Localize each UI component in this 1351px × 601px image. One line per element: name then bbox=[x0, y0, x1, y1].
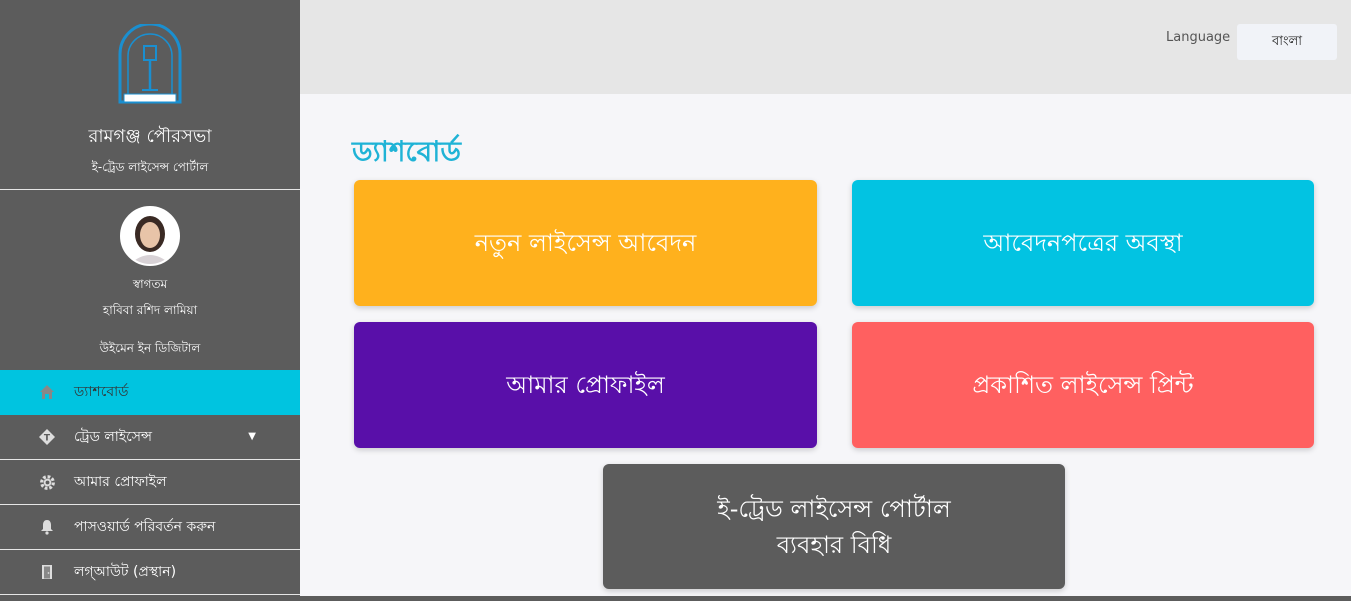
sidebar-item-trade-license[interactable]: T ট্রেড লাইসেন্স ▼ bbox=[0, 415, 300, 460]
welcome-text: স্বাগতম bbox=[132, 277, 168, 291]
sidebar-item-label: ড্যাশবোর্ড bbox=[74, 384, 129, 400]
portal-name: ই-ট্রেড লাইসেন্স পোর্টাল bbox=[91, 160, 209, 174]
user-photo-icon bbox=[122, 208, 178, 264]
card-label: আবেদনপত্রের অবস্থা bbox=[983, 229, 1183, 257]
bell-icon bbox=[38, 518, 56, 536]
card-label: আমার প্রোফাইল bbox=[506, 371, 665, 399]
card-label-line-2: ব্যবহার বিধি bbox=[776, 530, 892, 559]
user-panel: স্বাগতম হাবিবা রশিদ লামিয়া উইমেন ইন ডিজ… bbox=[0, 190, 300, 370]
svg-text:T: T bbox=[44, 434, 51, 444]
language-select[interactable]: বাংলা bbox=[1237, 24, 1337, 60]
sidebar-item-label: লগ্‌আউট (প্রস্থান) bbox=[74, 564, 177, 580]
tag-icon: T bbox=[38, 428, 56, 446]
top-bar: Language বাংলা bbox=[300, 0, 1351, 94]
sidebar-item-label: পাসওয়ার্ড পরিবর্তন করুন bbox=[74, 519, 216, 535]
sidebar-item-dashboard[interactable]: ড্যাশবোর্ড bbox=[0, 370, 300, 415]
application-status-card[interactable]: আবেদনপত্রের অবস্থা bbox=[852, 180, 1314, 306]
sidebar-item-label: ট্রেড লাইসেন্স bbox=[74, 429, 153, 445]
user-name: হাবিবা রশিদ লামিয়া bbox=[102, 303, 198, 317]
gear-icon bbox=[38, 473, 56, 491]
card-label: প্রকাশিত লাইসেন্স প্রিন্ট bbox=[972, 371, 1194, 399]
sidebar-nav: ড্যাশবোর্ড T ট্রেড লাইসেন্স ▼ আমার প্রোফ… bbox=[0, 370, 300, 595]
sidebar-brand: রামগঞ্জ পৌরসভা ই-ট্রেড লাইসেন্স পোর্টাল bbox=[0, 0, 300, 190]
sidebar: রামগঞ্জ পৌরসভা ই-ট্রেড লাইসেন্স পোর্টাল … bbox=[0, 0, 300, 601]
chevron-down-icon[interactable]: ▼ bbox=[248, 431, 256, 442]
my-profile-card[interactable]: আমার প্রোফাইল bbox=[354, 322, 817, 448]
sidebar-item-label: আমার প্রোফাইল bbox=[74, 474, 167, 490]
sidebar-item-my-profile[interactable]: আমার প্রোফাইল bbox=[0, 460, 300, 505]
bottom-scrollbar bbox=[300, 596, 1351, 601]
card-label-line-1: ই-ট্রেড লাইসেন্স পোর্টাল bbox=[717, 494, 951, 523]
print-published-license-card[interactable]: প্রকাশিত লাইসেন্স প্রিন্ট bbox=[852, 322, 1314, 448]
page-title: ড্যাশবোর্ড bbox=[352, 135, 461, 168]
home-icon bbox=[38, 383, 56, 401]
door-icon bbox=[38, 563, 56, 581]
municipality-logo-icon bbox=[118, 24, 182, 104]
org-name: রামগঞ্জ পৌরসভা bbox=[88, 126, 212, 147]
new-license-application-card[interactable]: নতুন লাইসেন্স আবেদন bbox=[354, 180, 817, 306]
avatar[interactable] bbox=[120, 206, 180, 266]
card-label: ই-ট্রেড লাইসেন্স পোর্টাল ব্যবহার বিধি bbox=[717, 491, 950, 563]
sidebar-item-change-password[interactable]: পাসওয়ার্ড পরিবর্তন করুন bbox=[0, 505, 300, 550]
user-organization: উইমেন ইন ডিজিটাল bbox=[99, 341, 201, 355]
portal-usage-guide-card[interactable]: ই-ট্রেড লাইসেন্স পোর্টাল ব্যবহার বিধি bbox=[603, 464, 1065, 589]
card-label: নতুন লাইসেন্স আবেদন bbox=[474, 229, 697, 257]
language-label: Language bbox=[1166, 30, 1231, 45]
sidebar-item-logout[interactable]: লগ্‌আউট (প্রস্থান) bbox=[0, 550, 300, 595]
